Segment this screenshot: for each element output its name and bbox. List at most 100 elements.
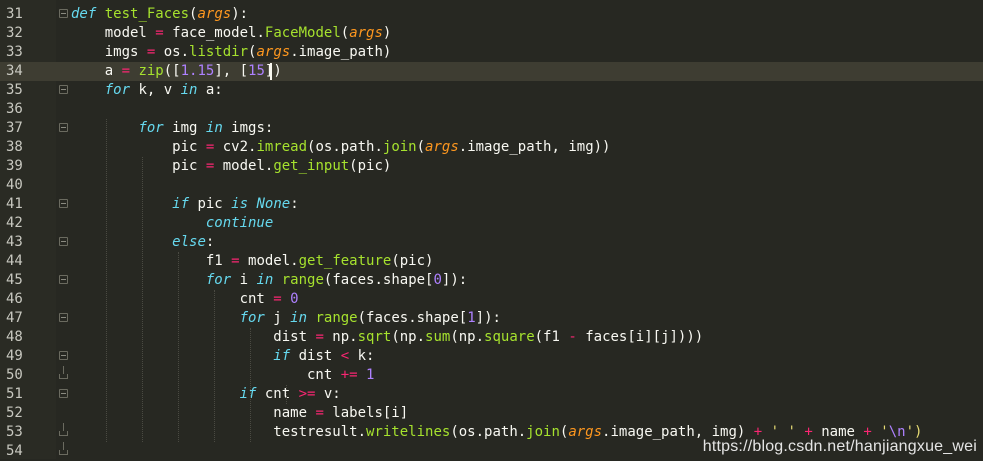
token: model.: [214, 158, 274, 174]
fold-toggle-icon[interactable]: [59, 9, 68, 18]
fold-toggle-icon[interactable]: [59, 199, 68, 208]
code-line[interactable]: 31 def test_Faces(args):: [0, 5, 983, 24]
token: i: [231, 272, 257, 288]
line-number: 54: [6, 443, 23, 459]
code-line[interactable]: 41 if pic is None:: [0, 195, 983, 214]
line-number: 45: [6, 272, 23, 288]
code-line[interactable]: 33 imgs = os.listdir(args.image_path): [0, 43, 983, 62]
fold-toggle-icon[interactable]: [59, 313, 68, 322]
code-line[interactable]: 40: [0, 176, 983, 195]
fold-toggle-icon[interactable]: [59, 123, 68, 132]
code-line[interactable]: 47 for j in range(faces.shape[1]):: [0, 309, 983, 328]
token: for: [239, 310, 265, 326]
line-number: 31: [6, 6, 23, 22]
line-number: 35: [6, 82, 23, 98]
code-text: cnt += 1: [71, 366, 374, 385]
code-text: model = face_model.FaceModel(args): [71, 24, 392, 43]
line-number: 44: [6, 253, 23, 269]
line-number: 34: [6, 63, 23, 79]
code-text: if dist < k:: [71, 347, 374, 366]
code-line[interactable]: 34 a = zip([1.15], [15]): [0, 62, 983, 81]
token: :: [205, 234, 215, 250]
token: get_input: [273, 158, 350, 174]
token: labels[i]: [323, 405, 409, 421]
code-text: a = zip([1.15], [15]): [71, 62, 282, 81]
code-text: for k, v in a:: [71, 81, 223, 100]
token: f1: [71, 253, 232, 269]
token: k:: [349, 348, 375, 364]
token: ]):: [441, 272, 468, 288]
token: 0: [290, 291, 299, 307]
fold-toggle-icon[interactable]: [59, 237, 68, 246]
token: zip: [138, 63, 164, 79]
code-text: dist = np.sqrt(np.sum(np.square(f1 - fac…: [71, 328, 703, 347]
indent-guide: [214, 290, 215, 442]
code-line[interactable]: 39 pic = model.get_input(pic): [0, 157, 983, 176]
token: ):: [231, 6, 249, 22]
code-line[interactable]: 46 cnt = 0: [0, 290, 983, 309]
token: k, v: [130, 82, 181, 98]
code-text: continue: [71, 214, 273, 233]
token: in: [290, 310, 308, 326]
token: FaceModel: [264, 25, 341, 41]
code-line[interactable]: 43 else:: [0, 233, 983, 252]
fold-toggle-icon[interactable]: [59, 389, 68, 398]
token: imread: [256, 139, 308, 155]
token: a:: [197, 82, 223, 98]
indent-guide: [286, 385, 287, 404]
code-text: pic = cv2.imread(os.path.join(args.image…: [71, 138, 610, 157]
code-text: def test_Faces(args):: [71, 5, 248, 24]
token: (faces.shape[: [357, 310, 468, 326]
code-line[interactable]: 36: [0, 100, 983, 119]
code-line[interactable]: 52 name = labels[i]: [0, 404, 983, 423]
code-line[interactable]: 48 dist = np.sqrt(np.sum(np.square(f1 - …: [0, 328, 983, 347]
token: dist: [290, 348, 341, 364]
code-text: imgs = os.listdir(args.image_path): [71, 43, 392, 62]
code-text: name = labels[i]: [71, 404, 408, 423]
line-number: 33: [6, 44, 23, 60]
code-line[interactable]: 44 f1 = model.get_feature(pic): [0, 252, 983, 271]
fold-toggle-icon[interactable]: [59, 85, 68, 94]
code-line[interactable]: 49 if dist < k:: [0, 347, 983, 366]
line-number: 50: [6, 367, 23, 383]
token: sqrt: [357, 329, 392, 345]
token: args: [349, 25, 383, 41]
code-line[interactable]: 50 cnt += 1: [0, 366, 983, 385]
token: range: [281, 272, 324, 288]
token: (faces.shape[: [323, 272, 434, 288]
line-number: 48: [6, 329, 23, 345]
fold-toggle-icon[interactable]: [59, 351, 68, 360]
token: join: [382, 139, 417, 155]
token: pic: [71, 139, 206, 155]
code-line[interactable]: 37 for img in imgs:: [0, 119, 983, 138]
code-line[interactable]: 32 model = face_model.FaceModel(args): [0, 24, 983, 43]
token: cnt: [71, 291, 274, 307]
token: ]): [264, 63, 282, 79]
token: face_model.: [163, 25, 265, 41]
indent-guide: [106, 119, 107, 442]
token: pic: [71, 158, 206, 174]
code-text: if cnt >= v:: [71, 385, 341, 404]
token: <: [340, 348, 350, 364]
code-line[interactable]: 42 continue: [0, 214, 983, 233]
token: args: [197, 6, 232, 22]
token: a: [71, 63, 122, 79]
line-number: 46: [6, 291, 23, 307]
code-editor[interactable]: 31 def test_Faces(args): 32 model = face_m…: [0, 0, 983, 459]
token: ([: [163, 63, 181, 79]
code-line[interactable]: 35 for k, v in a:: [0, 81, 983, 100]
token: (f1: [534, 329, 569, 345]
token: j: [264, 310, 291, 326]
line-number: 36: [6, 101, 23, 117]
code-line[interactable]: 45 for i in range(faces.shape[0]):: [0, 271, 983, 290]
code-line[interactable]: 51 if cnt >= v:: [0, 385, 983, 404]
code-line[interactable]: 38 pic = cv2.imread(os.path.join(args.im…: [0, 138, 983, 157]
fold-toggle-icon[interactable]: [59, 275, 68, 284]
token: else: [172, 234, 206, 250]
token: 15: [248, 63, 265, 79]
